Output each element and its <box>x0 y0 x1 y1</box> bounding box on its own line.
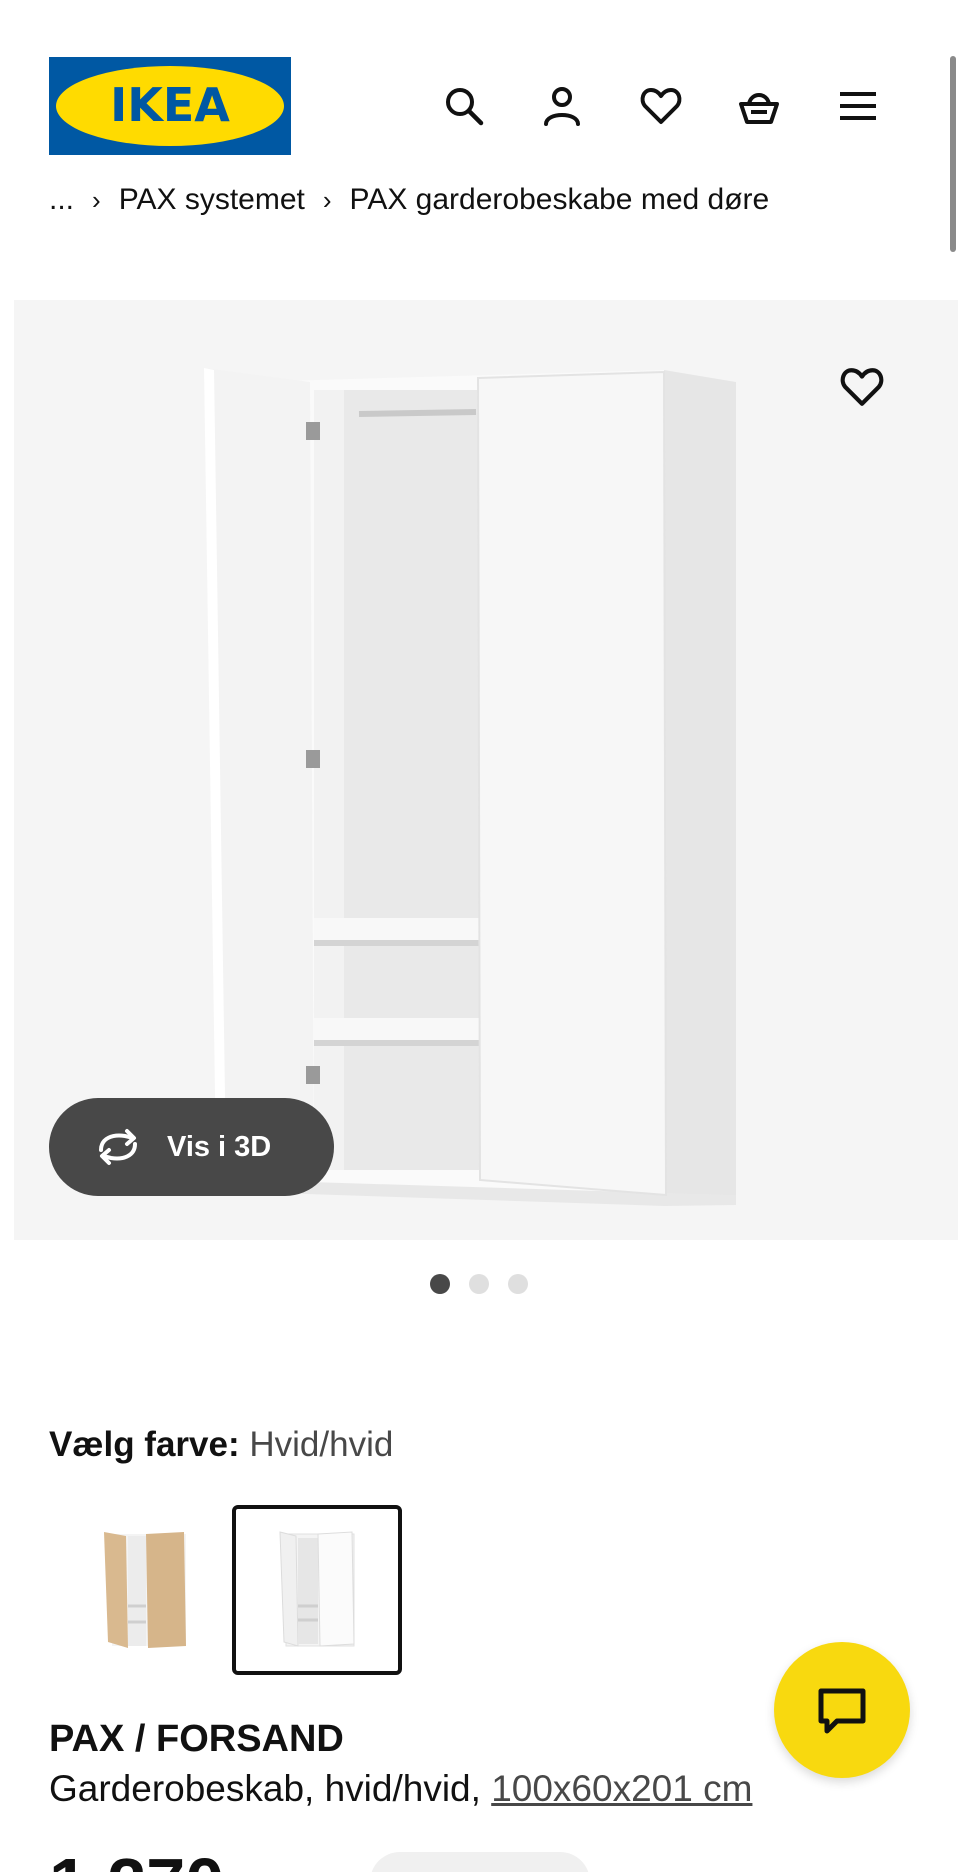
site-header: IKEA <box>0 0 960 190</box>
product-name: PAX / FORSAND <box>49 1718 344 1760</box>
product-description-text: Garderobeskab, hvid/hvid, <box>49 1768 492 1809</box>
breadcrumb-item-pax-garderobeskabe[interactable]: PAX garderobeskabe med døre <box>350 183 770 217</box>
product-description: Garderobeskab, hvid/hvid, 100x60x201 cm <box>49 1768 752 1810</box>
view-in-3d-label: Vis i 3D <box>167 1130 272 1163</box>
search-icon[interactable] <box>436 78 492 134</box>
color-label: Vælg farve: <box>49 1425 240 1464</box>
color-value: Hvid/hvid <box>249 1425 394 1464</box>
product-measure-link[interactable]: 100x60x201 cm <box>491 1768 752 1809</box>
gallery-dot[interactable] <box>508 1274 528 1294</box>
save-favourite-button[interactable] <box>820 345 904 429</box>
wardrobe-oak-thumbnail <box>104 1532 186 1648</box>
wardrobe-white-thumbnail <box>279 1531 355 1647</box>
heart-icon <box>840 368 884 406</box>
heart-icon[interactable] <box>633 78 689 134</box>
ikea-logo[interactable]: IKEA <box>49 57 291 155</box>
breadcrumb-item-pax-systemet[interactable]: PAX systemet <box>119 183 305 217</box>
color-option-oak-white[interactable] <box>64 1505 234 1675</box>
color-option-white-white[interactable] <box>232 1505 402 1675</box>
rotate-3d-icon <box>99 1129 137 1165</box>
logo-text: IKEA <box>110 78 230 132</box>
menu-icon[interactable] <box>830 78 886 134</box>
secondary-action-button[interactable] <box>370 1852 590 1872</box>
chat-button[interactable] <box>774 1642 910 1778</box>
product-price: 1.270 <box>49 1848 224 1872</box>
chat-bubble-icon <box>818 1688 866 1734</box>
basket-icon[interactable] <box>731 78 787 134</box>
chevron-right-icon: › <box>92 184 101 215</box>
gallery-dot[interactable] <box>430 1274 450 1294</box>
account-icon[interactable] <box>534 78 590 134</box>
breadcrumb-ellipsis[interactable]: ... <box>49 183 74 217</box>
gallery-pagination <box>430 1274 528 1294</box>
chevron-right-icon: › <box>322 184 332 215</box>
page-scrollbar[interactable] <box>950 56 956 252</box>
gallery-dot[interactable] <box>469 1274 489 1294</box>
color-picker-label: Vælg farve: Hvid/hvid <box>49 1425 393 1465</box>
view-in-3d-button[interactable]: Vis i 3D <box>49 1098 334 1196</box>
breadcrumb: ... › PAX systemet › PAX garderobeskabe … <box>49 180 769 220</box>
